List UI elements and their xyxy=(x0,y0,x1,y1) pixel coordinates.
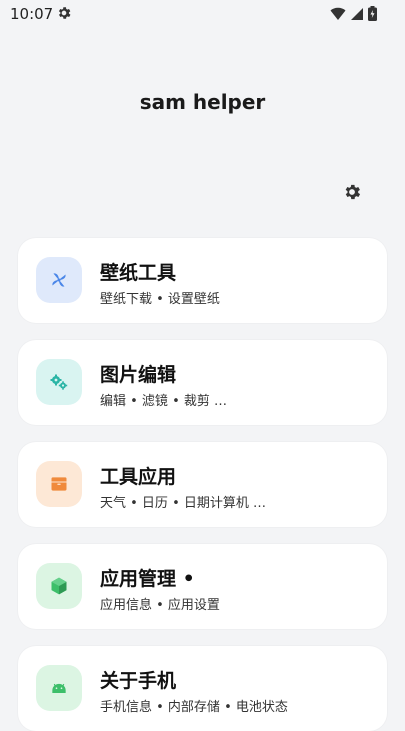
card-icon-container xyxy=(36,665,82,711)
status-bar: 10:07 xyxy=(0,0,405,28)
settings-icon xyxy=(58,7,71,19)
card-subtitle: 应用信息 • 应用设置 xyxy=(100,598,220,613)
card-tool-apps[interactable]: 工具应用 天气 • 日历 • 日期计算机 … xyxy=(18,442,387,527)
cube-icon xyxy=(51,577,67,595)
card-title: 应用管理 • xyxy=(100,568,195,590)
card-title: 壁纸工具 xyxy=(100,262,177,284)
status-time: 10:07 xyxy=(10,5,54,23)
card-title: 工具应用 xyxy=(100,466,177,488)
pinwheel-icon xyxy=(52,273,66,287)
card-title: 关于手机 xyxy=(100,670,177,692)
card-icon-container xyxy=(36,257,82,303)
android-icon xyxy=(52,683,66,693)
card-subtitle: 天气 • 日历 • 日期计算机 … xyxy=(100,496,266,511)
signal-icon xyxy=(351,7,363,20)
settings-button[interactable] xyxy=(340,180,364,204)
card-image-editing[interactable]: 图片编辑 编辑 • 滤镜 • 裁剪 … xyxy=(18,340,387,425)
card-wallpaper-tools[interactable]: 壁纸工具 壁纸下载 • 设置壁纸 xyxy=(18,238,387,323)
card-icon-container xyxy=(36,563,82,609)
card-subtitle: 壁纸下载 • 设置壁纸 xyxy=(100,292,220,307)
card-title: 图片编辑 xyxy=(100,364,177,386)
gear-icon xyxy=(345,184,361,200)
card-subtitle: 编辑 • 滤镜 • 裁剪 … xyxy=(100,394,227,409)
card-about-phone[interactable]: 关于手机 手机信息 • 内部存储 • 电池状态 xyxy=(18,646,387,731)
box-icon xyxy=(51,477,67,491)
card-subtitle: 手机信息 • 内部存储 • 电池状态 xyxy=(100,700,288,715)
card-icon-container xyxy=(36,359,82,405)
battery-icon xyxy=(368,6,377,21)
gears-icon xyxy=(50,374,68,390)
app-title: sam helper xyxy=(139,90,266,114)
wifi-icon xyxy=(330,7,346,20)
card-app-management[interactable]: 应用管理 • 应用信息 • 应用设置 xyxy=(18,544,387,629)
card-icon-container xyxy=(36,461,82,507)
